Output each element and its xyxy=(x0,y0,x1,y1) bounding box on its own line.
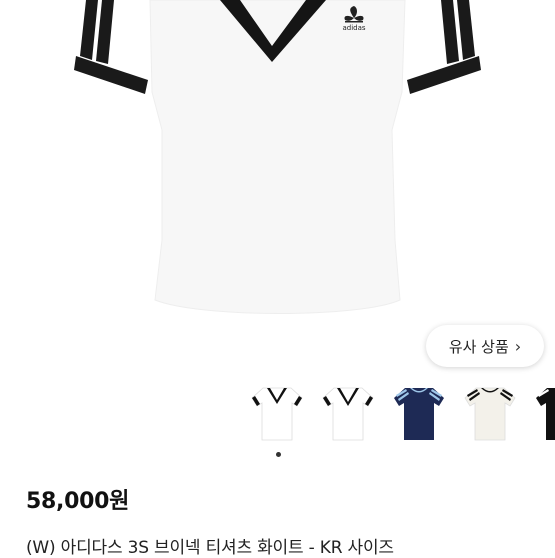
thumbnail-white-vneck-front[interactable] xyxy=(248,382,306,444)
thumbnail-white-vneck-alt[interactable] xyxy=(319,382,377,444)
tshirt-thumb-icon xyxy=(536,388,555,440)
similar-products-button[interactable]: 유사 상품 › xyxy=(426,325,544,367)
tshirt-thumb-icon xyxy=(394,388,444,440)
chevron-right-icon: › xyxy=(514,336,522,356)
tshirt-thumb-icon xyxy=(322,387,374,441)
svg-text:adidas: adidas xyxy=(342,24,365,32)
product-price: 58,000원 xyxy=(26,489,130,514)
thumbnail-strip[interactable] xyxy=(248,382,555,446)
thumbnail-cream-tee[interactable] xyxy=(461,382,519,444)
tshirt-thumb-icon xyxy=(464,387,516,441)
tshirt-illustration: adidas xyxy=(74,0,481,314)
product-title: (W) 아디다스 3S 브이넥 티셔츠 화이트 - KR 사이즈 xyxy=(26,538,394,558)
carousel-indicator-dot[interactable] xyxy=(276,452,281,457)
thumbnail-black-tee[interactable] xyxy=(532,382,555,444)
tshirt-thumb-icon xyxy=(251,387,303,441)
thumbnail-navy-tee[interactable] xyxy=(390,382,448,444)
product-image[interactable]: adidas 유사 상품 › xyxy=(0,0,555,375)
similar-products-label: 유사 상품 xyxy=(448,337,509,356)
